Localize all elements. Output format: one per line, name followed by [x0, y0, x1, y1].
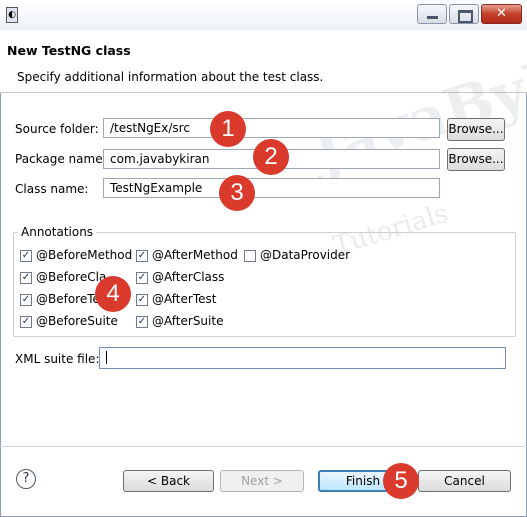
close-button[interactable]: ✕ [481, 4, 522, 24]
maximize-button[interactable] [449, 4, 479, 24]
before-class-checkbox[interactable]: ✓ [20, 272, 32, 284]
footer-divider [0, 446, 527, 447]
back-button[interactable]: < Back [123, 470, 214, 492]
xml-suite-file-input[interactable] [99, 347, 506, 369]
after-method-label: @AfterMethod [152, 248, 238, 262]
class-name-label: Class name: [15, 182, 89, 196]
before-suite-label: @BeforeSuite [36, 314, 118, 328]
maximize-icon [458, 10, 473, 23]
title-bar[interactable] [0, 0, 527, 30]
minimize-icon [427, 16, 438, 19]
class-name-input[interactable]: TestNgExample [103, 178, 440, 198]
callout-2: 2 [253, 139, 289, 175]
xml-suite-file-label: XML suite file: [15, 352, 100, 366]
data-provider-label: @DataProvider [260, 248, 351, 262]
before-class-label: @BeforeCla [36, 270, 107, 284]
after-test-label: @AfterTest [152, 292, 217, 306]
after-method-checkbox[interactable]: ✓ [136, 250, 148, 262]
data-provider-checkbox[interactable] [244, 250, 256, 262]
after-class-label: @AfterClass [152, 270, 225, 284]
callout-3: 3 [219, 175, 255, 211]
annotations-group-title: Annotations [18, 225, 97, 239]
after-suite-checkbox[interactable]: ✓ [136, 316, 148, 328]
package-name-label: Package name: [15, 152, 107, 166]
help-icon[interactable]: ? [16, 469, 36, 489]
before-method-checkbox[interactable]: ✓ [20, 250, 32, 262]
next-button[interactable]: Next > [220, 470, 304, 492]
before-test-label: @BeforeTe [36, 292, 100, 306]
before-suite-checkbox[interactable]: ✓ [20, 316, 32, 328]
before-method-label: @BeforeMethod [36, 248, 133, 262]
after-test-checkbox[interactable]: ✓ [136, 294, 148, 306]
eclipse-app-icon: ◐ [6, 7, 18, 23]
package-name-browse-button[interactable]: Browse... [447, 148, 505, 171]
callout-5: 5 [383, 463, 419, 499]
source-folder-browse-button[interactable]: Browse... [447, 118, 505, 141]
dialog-description: Specify additional information about the… [17, 70, 324, 84]
cancel-button[interactable]: Cancel [418, 470, 511, 492]
close-icon: ✕ [496, 6, 507, 21]
callout-1: 1 [210, 111, 246, 147]
after-suite-label: @AfterSuite [152, 314, 224, 328]
minimize-button[interactable] [417, 4, 447, 24]
source-folder-label: Source folder: [15, 122, 99, 136]
before-test-checkbox[interactable]: ✓ [20, 294, 32, 306]
text-cursor [106, 351, 107, 364]
dialog-title: New TestNG class [7, 43, 131, 58]
callout-4: 4 [95, 276, 131, 312]
source-folder-input[interactable]: /testNgEx/src [103, 118, 440, 138]
after-class-checkbox[interactable]: ✓ [136, 272, 148, 284]
